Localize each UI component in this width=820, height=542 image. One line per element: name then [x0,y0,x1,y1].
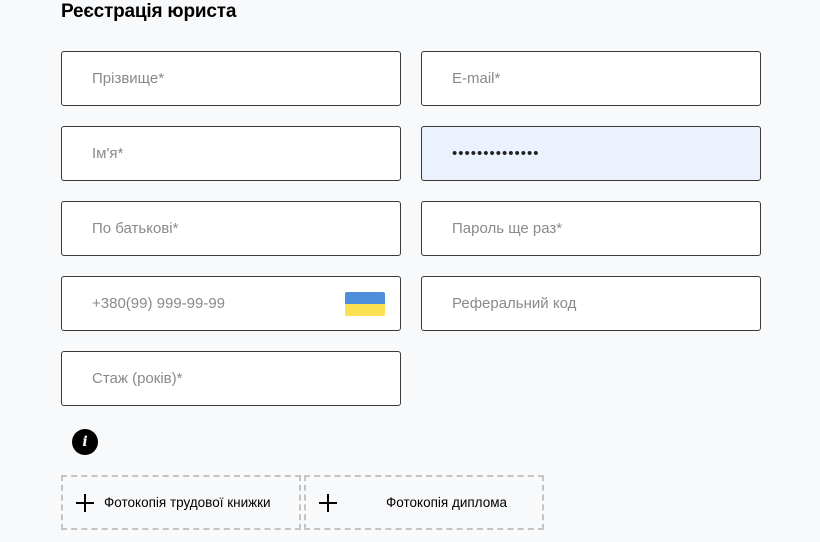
upload-work-book-label: Фотокопія трудової книжки [104,495,271,510]
upload-diploma-button[interactable]: Фотокопія диплома [304,475,544,530]
flag-yellow-stripe [345,304,385,316]
info-icon[interactable]: i [72,429,98,455]
patronymic-input[interactable] [62,202,400,255]
password-field[interactable] [421,126,761,181]
surname-field[interactable] [61,51,401,106]
experience-input[interactable] [62,352,400,405]
name-field[interactable] [61,126,401,181]
password-repeat-field[interactable] [421,201,761,256]
plus-icon [319,494,337,512]
password-input[interactable] [422,127,760,180]
patronymic-field[interactable] [61,201,401,256]
email-input[interactable] [422,52,760,105]
name-input[interactable] [62,127,400,180]
password-repeat-input[interactable] [422,202,760,255]
plus-icon [76,494,94,512]
upload-work-book-button[interactable]: Фотокопія трудової книжки [61,475,301,530]
ukraine-flag-icon[interactable] [345,292,385,316]
phone-field[interactable] [61,276,401,331]
email-field[interactable] [421,51,761,106]
page-title: Реєстрація юриста [61,1,237,22]
referral-input[interactable] [422,277,760,330]
upload-diploma-label: Фотокопія диплома [386,495,508,510]
flag-blue-stripe [345,292,385,304]
referral-field[interactable] [421,276,761,331]
experience-field[interactable] [61,351,401,406]
surname-input[interactable] [62,52,400,105]
